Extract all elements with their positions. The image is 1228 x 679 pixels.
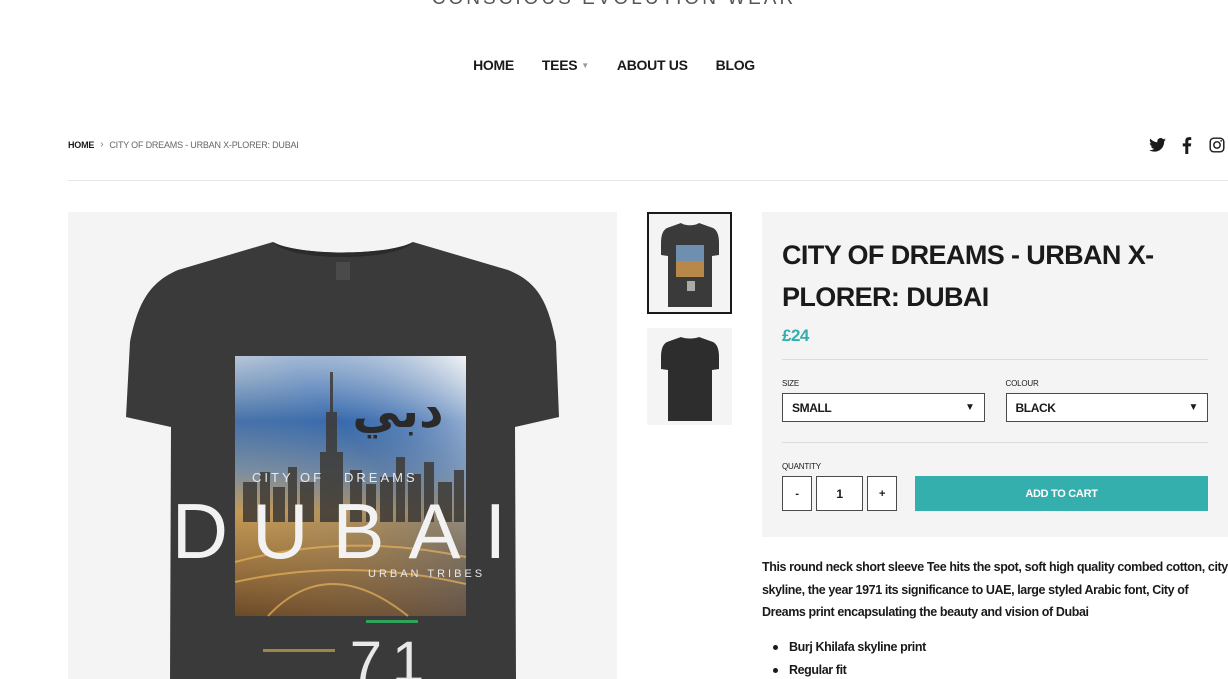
print-year-text: 71 xyxy=(350,630,435,679)
price-divider xyxy=(782,359,1208,360)
caret-down-icon: ▼ xyxy=(965,402,975,413)
facebook-icon[interactable] xyxy=(1178,136,1196,154)
caret-down-icon: ▼ xyxy=(1188,402,1199,413)
product-main-image[interactable]: دبي CITY OF DREAMS DUBAI URBAN TRIBES 71 xyxy=(68,212,617,679)
print-dubai-text: DUBAI xyxy=(172,487,530,575)
product-description: This round neck short sleeve Tee hits th… xyxy=(762,560,1228,619)
colour-value: BLACK xyxy=(1015,400,1056,415)
header-divider xyxy=(68,180,1228,181)
tshirt-front-thumbnail xyxy=(660,223,719,307)
product-info-panel: CITY OF DREAMS - URBAN X-PLORER: DUBAI £… xyxy=(762,212,1228,537)
nav-about-label: ABOUT US xyxy=(616,57,688,73)
nav-home[interactable]: HOME xyxy=(473,57,514,73)
breadcrumb-current: CITY OF DREAMS - URBAN X-PLORER: DUBAI xyxy=(109,139,299,150)
nav-blog[interactable]: BLOG xyxy=(715,57,756,73)
add-to-cart-button[interactable]: ADD TO CART xyxy=(915,476,1208,511)
store-tagline: CONSCIOUS EVOLUTION WEAR xyxy=(0,0,1228,10)
quantity-row: - 1 + ADD TO CART xyxy=(782,476,1208,511)
print-arabic-text: دبي xyxy=(352,383,443,439)
variant-options: SIZE SMALL ▼ COLOUR BLACK ▼ xyxy=(782,379,1208,422)
nav-blog-label: BLOG xyxy=(715,57,756,73)
nav-about-us[interactable]: ABOUT US xyxy=(617,57,688,73)
size-value: SMALL xyxy=(792,400,832,415)
breadcrumb-home[interactable]: HOME xyxy=(68,140,94,150)
colour-select[interactable]: BLACK ▼ xyxy=(1005,393,1208,422)
print-urban-tribes-text: URBAN TRIBES xyxy=(368,568,485,580)
quantity-label: QUANTITY xyxy=(782,462,821,471)
quantity-increase-button[interactable]: + xyxy=(867,476,897,511)
nav-tees-label: TEES xyxy=(541,57,578,73)
main-nav: HOME TEES ▼ ABOUT US BLOG xyxy=(0,57,1228,73)
breadcrumb-separator: › xyxy=(100,139,104,150)
thumbnail-front[interactable] xyxy=(647,212,732,314)
colour-option: COLOUR BLACK ▼ xyxy=(1005,379,1208,422)
colour-label: COLOUR xyxy=(1005,379,1039,388)
size-label: SIZE xyxy=(782,379,799,388)
size-select[interactable]: SMALL ▼ xyxy=(782,393,985,422)
product-title: CITY OF DREAMS - URBAN X-PLORER: DUBAI xyxy=(782,240,1154,312)
feature-item: Regular fit xyxy=(773,659,926,679)
print-city-of-text: CITY OF xyxy=(252,470,324,485)
quantity-input[interactable]: 1 xyxy=(816,476,863,511)
nav-tees[interactable]: TEES ▼ xyxy=(542,57,589,73)
instagram-icon[interactable] xyxy=(1208,136,1226,154)
size-option: SIZE SMALL ▼ xyxy=(782,379,985,422)
tshirt-back-thumbnail xyxy=(660,336,719,421)
thumbnail-back[interactable] xyxy=(647,328,732,425)
twitter-icon[interactable] xyxy=(1148,136,1166,154)
product-features-list: Burj Khilafa skyline print Regular fit xyxy=(773,636,926,679)
quantity-decrease-button[interactable]: - xyxy=(782,476,812,511)
social-links xyxy=(1148,136,1226,154)
options-divider xyxy=(782,442,1208,443)
nav-home-label: HOME xyxy=(473,57,514,73)
breadcrumb: HOME › CITY OF DREAMS - URBAN X-PLORER: … xyxy=(68,139,299,150)
tshirt-front-image: دبي CITY OF DREAMS DUBAI URBAN TRIBES 71 xyxy=(126,242,559,679)
print-dreams-text: DREAMS xyxy=(344,470,418,485)
chevron-down-icon: ▼ xyxy=(581,60,589,70)
feature-item: Burj Khilafa skyline print xyxy=(773,636,926,659)
product-price: £24 xyxy=(782,326,809,345)
